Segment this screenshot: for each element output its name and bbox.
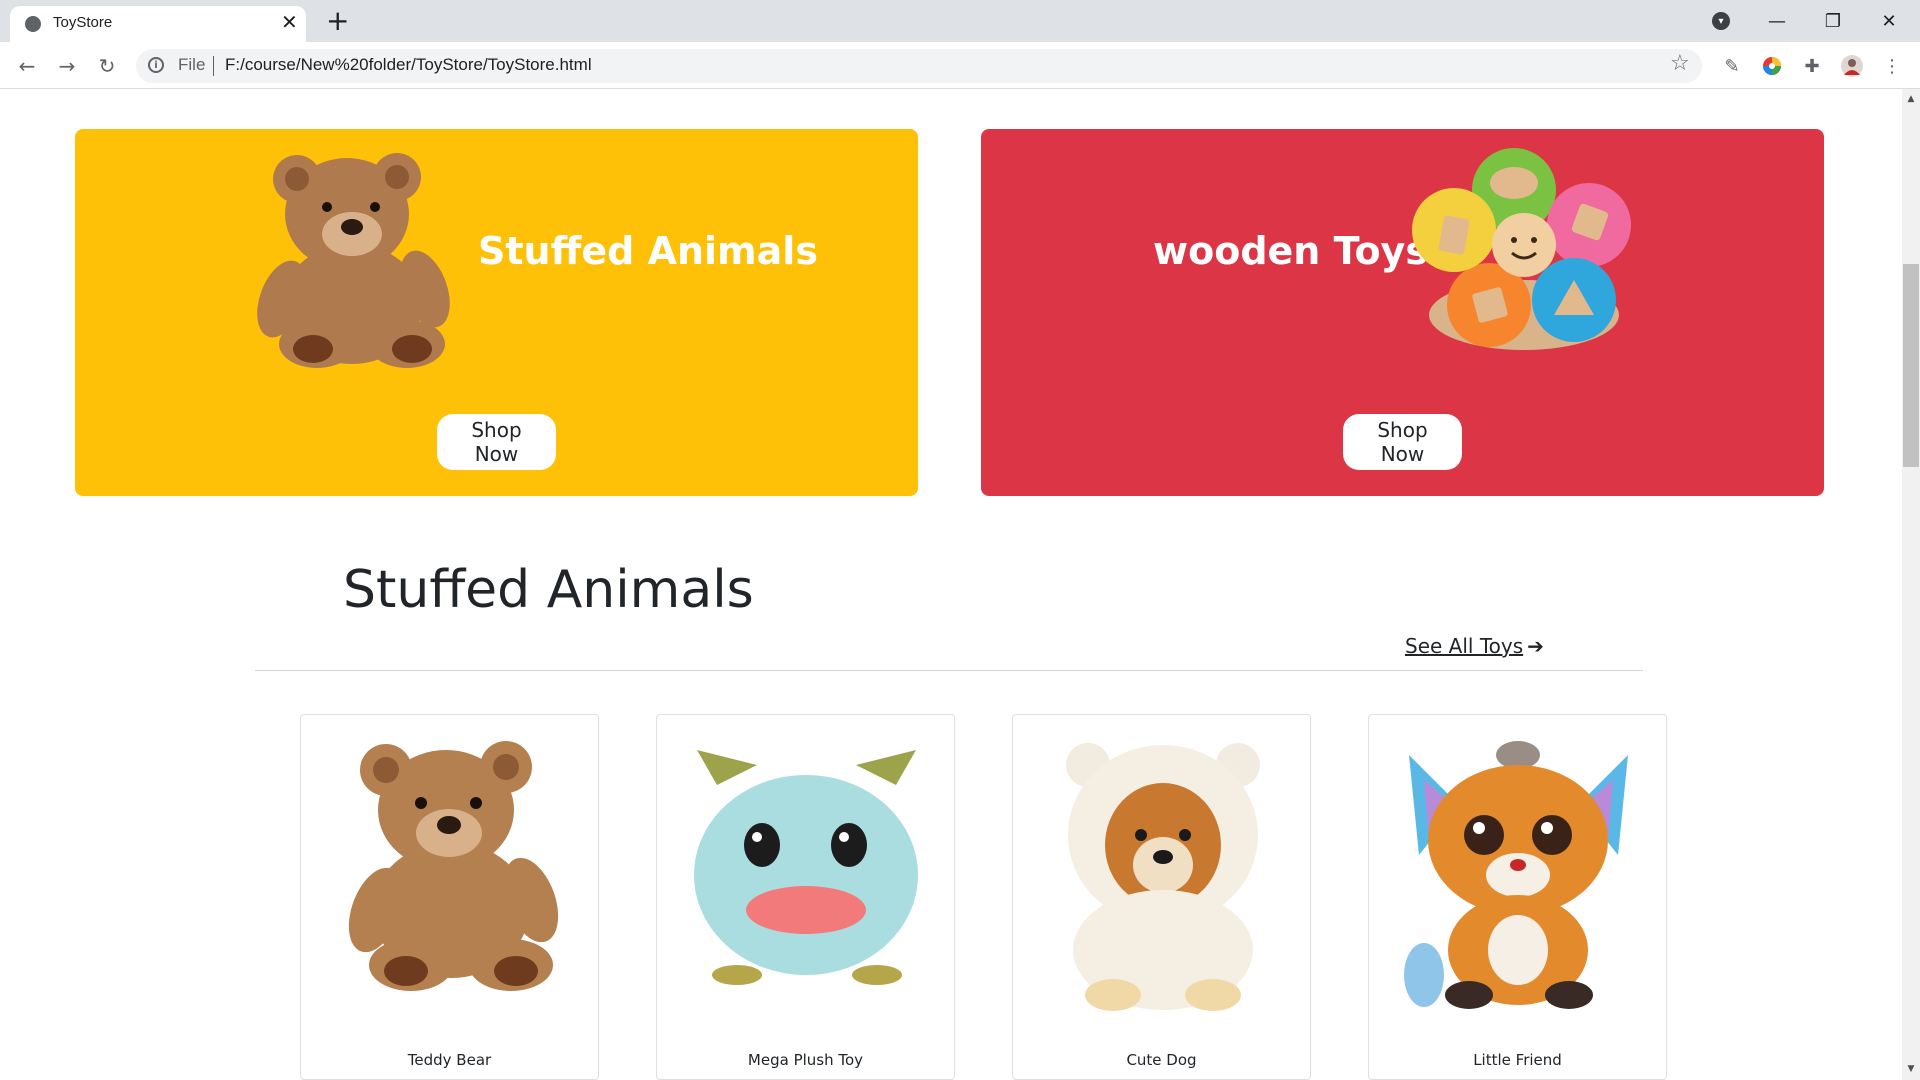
- new-tab-button[interactable]: +: [326, 6, 349, 36]
- bookmark-star-icon[interactable]: ☆: [1670, 51, 1690, 76]
- scroll-up-icon[interactable]: ▲: [1906, 94, 1916, 104]
- globe-icon: [25, 16, 41, 32]
- product-card[interactable]: Little Friend: [1368, 714, 1667, 1080]
- extensions-puzzle-icon[interactable]: ✚: [1800, 54, 1824, 78]
- product-name: Cute Dog: [1126, 1051, 1197, 1069]
- section-divider: [255, 670, 1643, 671]
- see-all-toys-link[interactable]: See All Toys ➔: [1405, 634, 1544, 658]
- see-all-label: See All Toys: [1405, 634, 1524, 658]
- scroll-down-icon[interactable]: ▼: [1906, 1064, 1916, 1074]
- close-tab-icon[interactable]: ✕: [281, 10, 298, 34]
- tab-title: ToyStore: [53, 14, 113, 31]
- close-window-icon[interactable]: ✕: [1862, 0, 1916, 42]
- section-title: Stuffed Animals: [343, 560, 754, 620]
- banner-title: Stuffed Animals: [478, 229, 818, 273]
- product-card[interactable]: Cute Dog: [1012, 714, 1311, 1080]
- wooden-puzzle-image: [1412, 148, 1631, 350]
- restore-icon[interactable]: ❐: [1806, 0, 1860, 42]
- forward-icon[interactable]: →: [53, 52, 81, 80]
- shop-now-button[interactable]: Shop Now: [437, 414, 556, 470]
- stuffed-animals-banner: Stuffed Animals Shop Now: [75, 129, 918, 496]
- product-name: Teddy Bear: [407, 1051, 492, 1069]
- minimize-icon[interactable]: —: [1750, 0, 1804, 42]
- reload-icon[interactable]: ↻: [93, 52, 121, 80]
- banner-title: wooden Toys: [1153, 229, 1428, 273]
- url-text[interactable]: F:/course/New%20folder/ToyStore/ToyStore…: [225, 55, 592, 75]
- dog-plush-image: [1066, 743, 1260, 1011]
- teddy-bear-image: [348, 741, 559, 991]
- color-wheel-extension-icon[interactable]: [1760, 54, 1784, 78]
- arrow-right-icon: ➔: [1527, 634, 1544, 658]
- fox-plush-image: [1404, 741, 1628, 1009]
- vertical-scrollbar[interactable]: [1902, 89, 1920, 1080]
- url-separator: [213, 56, 214, 76]
- back-icon[interactable]: ←: [13, 52, 41, 80]
- teddy-bear-image: [257, 153, 450, 368]
- eyedropper-extension-icon[interactable]: ✎: [1720, 54, 1744, 78]
- product-card[interactable]: Teddy Bear: [300, 714, 599, 1080]
- product-card[interactable]: Mega Plush Toy: [656, 714, 955, 1080]
- info-icon[interactable]: i: [148, 57, 164, 73]
- tab-search-icon[interactable]: ▾: [1712, 12, 1730, 30]
- profile-avatar[interactable]: [1840, 54, 1864, 78]
- menu-kebab-icon[interactable]: ⋮: [1880, 54, 1904, 78]
- scrollbar-thumb[interactable]: [1903, 264, 1919, 467]
- url-scheme: File: [178, 55, 206, 74]
- product-name: Mega Plush Toy: [747, 1051, 864, 1069]
- browser-tab[interactable]: ToyStore ✕: [10, 6, 306, 42]
- blue-monster-plush-image: [694, 750, 918, 985]
- product-name: Little Friend: [1473, 1051, 1562, 1069]
- wooden-toys-banner: wooden Toys Shop Now: [981, 129, 1824, 496]
- shop-now-button[interactable]: Shop Now: [1343, 414, 1462, 470]
